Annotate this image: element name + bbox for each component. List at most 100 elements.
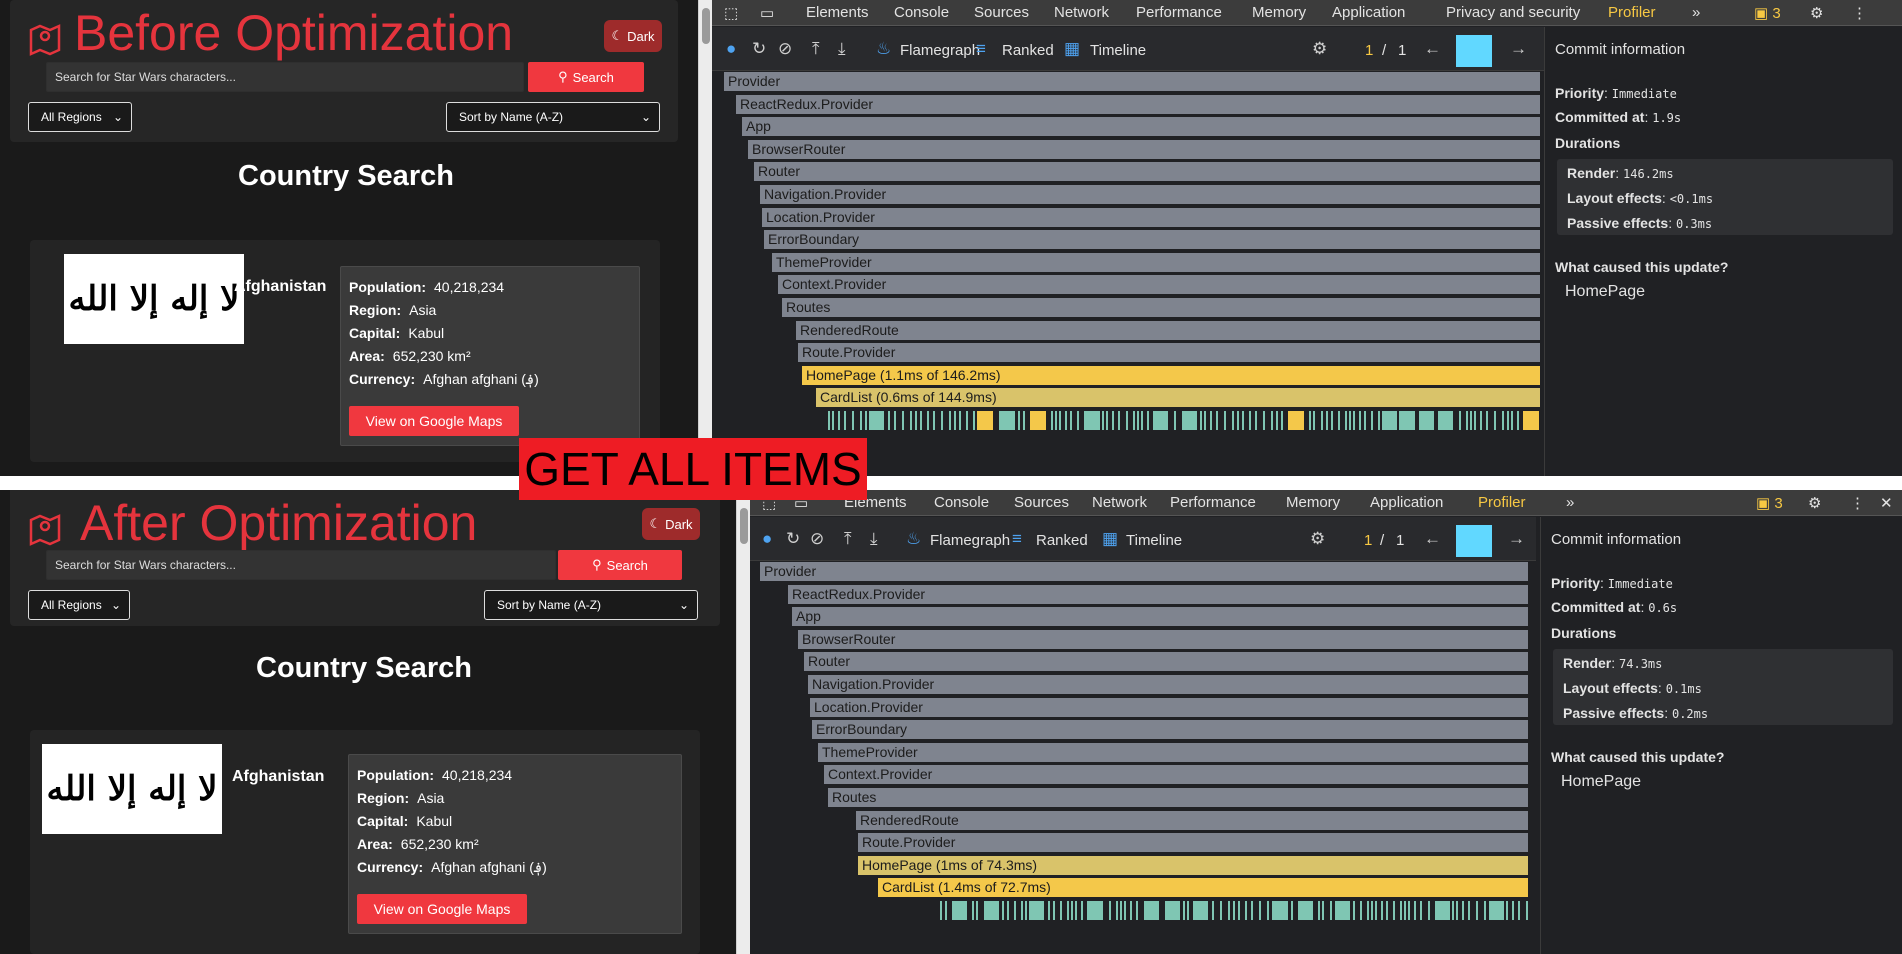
flame-bar[interactable]: RenderedRoute (856, 810, 1528, 830)
child-render-tick[interactable] (1511, 411, 1513, 430)
tab-sources[interactable]: Sources (1014, 494, 1069, 511)
record-icon[interactable]: ● (726, 39, 736, 59)
child-render-tick[interactable] (1242, 411, 1244, 430)
child-render-tick[interactable] (1486, 411, 1488, 430)
child-render-tick[interactable] (1456, 901, 1458, 920)
child-render-tick[interactable] (1338, 411, 1340, 430)
child-render-tick[interactable] (1349, 411, 1351, 430)
flame-bar[interactable]: BrowserRouter (798, 629, 1528, 649)
child-render-tick[interactable] (1232, 411, 1234, 430)
flame-bar[interactable]: Navigation.Provider (760, 185, 1540, 204)
child-render-tick[interactable] (1526, 901, 1528, 920)
child-render-tick[interactable] (1414, 901, 1416, 920)
child-render-tick[interactable] (1517, 411, 1519, 430)
settings-icon[interactable]: ⚙ (1808, 494, 1821, 512)
child-render-tick[interactable] (1147, 411, 1149, 430)
child-render-tick[interactable] (984, 901, 999, 920)
child-render-tick[interactable] (838, 411, 840, 430)
child-render-tick[interactable] (1174, 411, 1176, 430)
search-button[interactable]: ⚲ Search (528, 62, 644, 92)
child-render-tick[interactable] (1249, 411, 1251, 430)
child-render-tick[interactable] (952, 901, 967, 920)
child-render-tick[interactable] (888, 411, 890, 430)
flamegraph-tab[interactable]: Flamegraph (900, 42, 980, 59)
flame-bar[interactable]: Route.Provider (858, 833, 1528, 853)
flame-bar[interactable]: Routes (782, 298, 1540, 317)
child-render-tick[interactable] (1335, 901, 1350, 920)
issues-badge[interactable]: ▣ 3 (1754, 4, 1781, 22)
child-render-tick[interactable] (865, 411, 867, 430)
child-render-tick[interactable] (1489, 901, 1504, 920)
child-render-tick[interactable] (1187, 901, 1189, 920)
child-render-tick[interactable] (844, 411, 846, 430)
child-render-tick[interactable] (1193, 901, 1208, 920)
child-render-tick[interactable] (1071, 901, 1073, 920)
child-render-tick[interactable] (1070, 411, 1072, 430)
child-render-tick[interactable] (1263, 411, 1265, 430)
flame-bar[interactable]: Router (804, 652, 1528, 672)
more-options-icon[interactable]: ⋮ (1852, 4, 1867, 22)
child-render-tick[interactable] (869, 411, 884, 430)
child-render-tick[interactable] (915, 411, 917, 430)
tab-privacy[interactable]: Privacy and security (1446, 4, 1580, 21)
child-render-tick[interactable] (1331, 411, 1333, 430)
child-render-tick[interactable] (1153, 411, 1168, 430)
ranked-tab[interactable]: Ranked (1036, 532, 1088, 549)
close-icon[interactable]: ✕ (1880, 494, 1893, 512)
flame-bar[interactable]: BrowserRouter (748, 139, 1540, 159)
tab-application[interactable]: Application (1370, 494, 1443, 511)
sort-select[interactable]: Sort by Name (A-Z) ⌄ (446, 102, 660, 132)
flame-bar[interactable]: Router (754, 162, 1540, 182)
clear-icon[interactable]: ⊘ (778, 39, 792, 59)
child-render-tick[interactable] (1371, 411, 1373, 430)
child-render-tick[interactable] (1102, 411, 1104, 430)
child-render-tick[interactable] (1224, 411, 1226, 430)
settings-icon[interactable]: ⚙ (1810, 4, 1823, 22)
child-render-tick[interactable] (1014, 901, 1016, 920)
prev-commit-icon[interactable]: ← (1424, 529, 1441, 549)
reload-icon[interactable]: ↻ (752, 39, 766, 59)
child-render-tick[interactable] (1245, 901, 1247, 920)
more-options-icon[interactable]: ⋮ (1850, 494, 1865, 512)
child-render-tick[interactable] (1420, 901, 1422, 920)
child-render-tick[interactable] (832, 411, 834, 430)
child-render-tick[interactable] (1067, 901, 1069, 920)
child-render-tick[interactable] (1212, 901, 1214, 920)
child-render-tick[interactable] (1518, 901, 1520, 920)
upload-icon[interactable]: ⤒ (812, 39, 820, 59)
commit-bar[interactable] (1456, 35, 1492, 67)
child-render-tick[interactable] (1165, 901, 1180, 920)
child-renders-strip[interactable] (940, 901, 1528, 920)
child-render-tick[interactable] (966, 411, 968, 430)
flame-bar[interactable]: ThemeProvider (772, 252, 1540, 272)
child-render-tick[interactable] (1029, 901, 1044, 920)
child-render-tick[interactable] (1060, 901, 1062, 920)
flame-bar[interactable]: App (792, 607, 1528, 627)
child-render-tick[interactable] (1462, 901, 1464, 920)
google-maps-button[interactable]: View on Google Maps (349, 406, 519, 436)
upload-icon[interactable]: ⤒ (844, 529, 852, 549)
child-render-tick[interactable] (1048, 901, 1050, 920)
timeline-tab[interactable]: Timeline (1090, 42, 1146, 59)
flamegraph-tab[interactable]: Flamegraph (930, 532, 1010, 549)
record-icon[interactable]: ● (762, 529, 772, 549)
child-render-tick[interactable] (1435, 901, 1450, 920)
child-render-tick[interactable] (940, 901, 942, 920)
child-render-tick[interactable] (1141, 411, 1143, 430)
child-render-tick[interactable] (920, 411, 922, 430)
flame-bar[interactable]: Routes (828, 788, 1528, 807)
child-render-tick[interactable] (1382, 411, 1397, 430)
child-render-tick[interactable] (1371, 901, 1373, 920)
theme-toggle-button[interactable]: ☾ Dark (642, 508, 700, 540)
child-render-tick[interactable] (1183, 901, 1185, 920)
profiler-settings-icon[interactable]: ⚙ (1312, 39, 1327, 59)
region-select[interactable]: All Regions ⌄ (28, 590, 130, 620)
tab-memory[interactable]: Memory (1252, 4, 1306, 21)
child-render-tick[interactable] (894, 411, 896, 430)
update-cause[interactable]: HomePage (1561, 773, 1641, 791)
child-render-tick[interactable] (1228, 901, 1230, 920)
flame-bar[interactable]: ReactRedux.Provider (736, 94, 1540, 114)
child-render-tick[interactable] (1506, 901, 1508, 920)
flame-bar[interactable]: Provider (760, 562, 1528, 581)
child-render-tick[interactable] (1353, 901, 1355, 920)
